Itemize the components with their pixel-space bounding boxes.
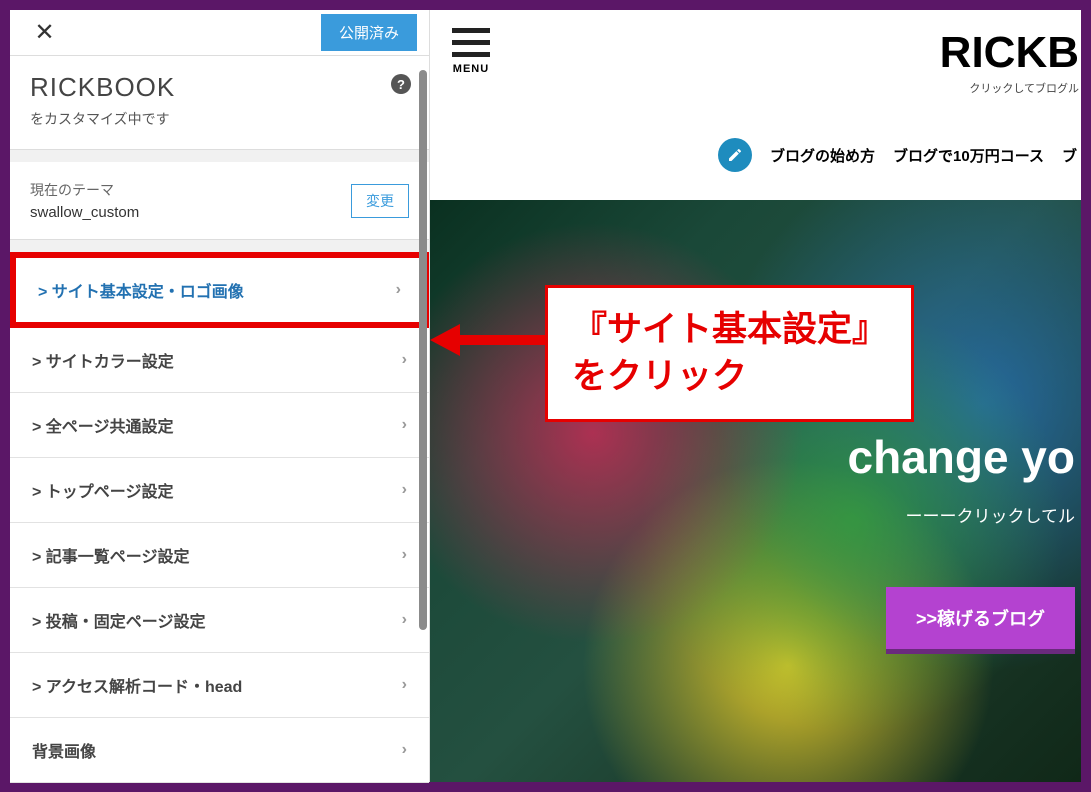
site-logo[interactable]: RICKB — [940, 28, 1079, 78]
hamburger-icon — [452, 28, 490, 57]
site-name: RICKBOOK — [30, 72, 409, 103]
hero-cta-button[interactable]: >>稼げるブログ — [886, 587, 1075, 649]
customize-caption: をカスタマイズ中です — [30, 109, 409, 129]
customizer-sidebar: ✕ 公開済み RICKBOOK をカスタマイズ中です ? 現在のテーマ swal… — [10, 10, 430, 782]
edit-icon[interactable] — [718, 138, 752, 172]
annotation-text: 『サイト基本設定』 をクリック — [572, 310, 887, 396]
menu-label: > サイト基本設定・ロゴ画像 — [38, 278, 244, 302]
annotation-arrow — [430, 320, 545, 360]
chevron-right-icon: › — [402, 546, 407, 564]
menu-label: MENU — [453, 63, 489, 75]
menu-label: > 全ページ共通設定 — [32, 413, 173, 437]
menu-label: 背景画像 — [32, 738, 96, 762]
close-button[interactable]: ✕ — [22, 10, 67, 55]
change-theme-button[interactable]: 変更 — [351, 184, 409, 218]
scroll-thumb[interactable] — [419, 70, 427, 630]
menu-label: > トップページ設定 — [32, 478, 173, 502]
chevron-right-icon: › — [402, 416, 407, 434]
close-icon: ✕ — [34, 18, 54, 47]
nav-link[interactable]: ブ — [1062, 145, 1077, 166]
scrollbar[interactable] — [419, 70, 427, 645]
preview-header: MENU RICKB クリックしてブログル — [430, 10, 1081, 128]
chevron-right-icon: › — [402, 351, 407, 369]
menu-label: > アクセス解析コード・head — [32, 673, 242, 697]
hero-title: change yo — [430, 430, 1075, 484]
menu-site-basic[interactable]: > サイト基本設定・ロゴ画像 › — [10, 252, 429, 328]
menu-background[interactable]: 背景画像 › — [10, 718, 429, 783]
nav-link[interactable]: ブログで10万円コース — [893, 145, 1044, 166]
chevron-right-icon: › — [402, 611, 407, 629]
annotation-callout: 『サイト基本設定』 をクリック — [545, 285, 914, 422]
theme-label: 現在のテーマ — [30, 180, 139, 200]
menu-post-page[interactable]: > 投稿・固定ページ設定 › — [10, 588, 429, 653]
sidebar-header: ✕ 公開済み — [10, 10, 429, 56]
menu-label: > サイトカラー設定 — [32, 348, 174, 372]
hero-subtitle: ーーークリックしてル — [430, 502, 1075, 527]
chevron-right-icon: › — [396, 281, 401, 299]
menu-top-page[interactable]: > トップページ設定 › — [10, 458, 429, 523]
site-title-block: RICKBOOK をカスタマイズ中です ? — [10, 56, 429, 150]
chevron-right-icon: › — [402, 676, 407, 694]
menu-site-color[interactable]: > サイトカラー設定 › — [10, 328, 429, 393]
publish-button[interactable]: 公開済み — [321, 14, 417, 51]
menu-label: > 記事一覧ページ設定 — [32, 543, 189, 567]
chevron-right-icon: › — [402, 741, 407, 759]
menu-article-list[interactable]: > 記事一覧ページ設定 › — [10, 523, 429, 588]
menu-all-pages[interactable]: > 全ページ共通設定 › — [10, 393, 429, 458]
site-tagline: クリックしてブログル — [940, 80, 1079, 96]
chevron-right-icon: › — [402, 481, 407, 499]
hamburger-menu[interactable]: MENU — [452, 28, 490, 75]
menu-label: > 投稿・固定ページ設定 — [32, 608, 205, 632]
customizer-menu: > サイト基本設定・ロゴ画像 › > サイトカラー設定 › > 全ページ共通設定… — [10, 252, 429, 783]
help-icon[interactable]: ? — [391, 74, 411, 94]
menu-analytics[interactable]: > アクセス解析コード・head › — [10, 653, 429, 718]
nav-link[interactable]: ブログの始め方 — [770, 145, 875, 166]
logo-area: RICKB クリックしてブログル — [940, 28, 1081, 96]
theme-block: 現在のテーマ swallow_custom 変更 — [10, 162, 429, 240]
nav-row: ブログの始め方 ブログで10万円コース ブ — [430, 128, 1081, 184]
theme-name: swallow_custom — [30, 204, 139, 221]
